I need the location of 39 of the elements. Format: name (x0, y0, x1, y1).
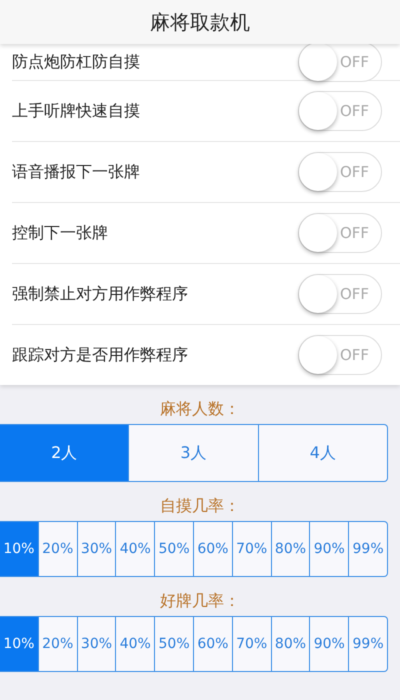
option-button[interactable]: 30% (76, 522, 116, 576)
setting-label: 语音播报下一张牌 (12, 162, 140, 182)
group-title: 好牌几率： (159, 591, 241, 612)
app-title: 麻将取款机 (150, 8, 250, 36)
option-button[interactable]: 3人 (128, 425, 258, 481)
option-button[interactable]: 2人 (0, 425, 128, 481)
option-button[interactable]: 70% (232, 617, 271, 671)
option-button[interactable]: 50% (154, 522, 193, 576)
option-button[interactable]: 90% (309, 617, 348, 671)
setting-label: 上手听牌快速自摸 (12, 100, 140, 122)
setting-label: 控制下一张牌 (12, 222, 108, 244)
option-button[interactable]: 50% (154, 617, 193, 671)
option-button[interactable]: 40% (115, 617, 154, 671)
option-button[interactable]: 40% (115, 522, 154, 576)
group-title: 麻将人数： (159, 399, 241, 420)
toggle-switch[interactable]: OFF (298, 91, 382, 131)
option-button[interactable]: 10% (0, 617, 38, 671)
option-button[interactable]: 60% (192, 617, 232, 671)
option-button[interactable]: 4人 (258, 425, 387, 481)
option-button[interactable]: 80% (270, 522, 310, 576)
option-button[interactable]: 80% (270, 617, 310, 671)
option-button[interactable]: 99% (348, 522, 387, 576)
toggle-switch[interactable]: OFF (298, 213, 382, 253)
option-button[interactable]: 70% (232, 522, 271, 576)
setting-label: 防点炮防杠防自摸 (12, 52, 140, 72)
option-button[interactable]: 20% (38, 617, 77, 671)
setting-label: 强制禁止对方用作弊程序 (12, 284, 188, 304)
toggle-switch[interactable]: OFF (298, 335, 382, 375)
setting-label: 跟踪对方是否用作弊程序 (12, 344, 188, 366)
toggle-switch[interactable]: OFF (298, 274, 382, 314)
option-button[interactable]: 20% (38, 522, 77, 576)
toggle-switch[interactable]: OFF (298, 152, 382, 192)
option-button[interactable]: 99% (348, 617, 387, 671)
option-button[interactable]: 10% (0, 522, 38, 576)
toggle-switch[interactable]: OFF (298, 42, 382, 82)
option-button[interactable]: 90% (309, 522, 348, 576)
option-button[interactable]: 30% (76, 617, 116, 671)
option-button[interactable]: 60% (192, 522, 232, 576)
group-title: 自摸几率： (159, 496, 241, 517)
